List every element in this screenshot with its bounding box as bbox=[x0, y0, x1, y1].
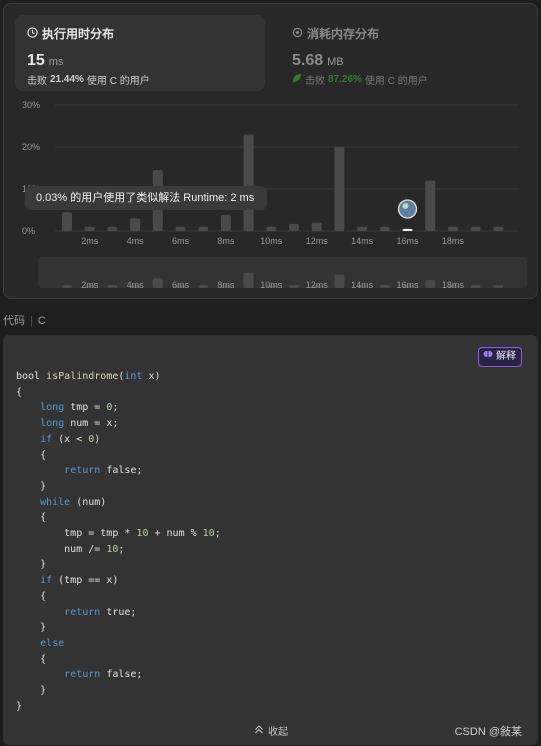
code-language: C bbox=[37, 315, 46, 327]
x-tick-label: 8ms bbox=[217, 236, 235, 246]
overview-tick-label: 4ms bbox=[127, 280, 145, 290]
overview-bar bbox=[470, 285, 481, 288]
x-tick-label: 16ms bbox=[396, 236, 419, 246]
chart-bar bbox=[107, 226, 118, 231]
overview-tick-label: 16ms bbox=[396, 280, 419, 290]
chart-bar bbox=[357, 226, 368, 231]
x-tick-label: 14ms bbox=[351, 236, 374, 246]
collapse-label: 收起 bbox=[268, 727, 288, 738]
chart-bar bbox=[470, 226, 481, 231]
x-tick-label: 18ms bbox=[442, 236, 465, 246]
overview-bar bbox=[107, 285, 118, 288]
overview-bar bbox=[62, 285, 72, 288]
overview-tick-label: 12ms bbox=[306, 280, 329, 290]
runtime-distribution-chart[interactable]: 30%20%10%0%2ms4ms6ms8ms10ms12ms14ms16ms1… bbox=[0, 0, 541, 300]
overview-tick-label: 8ms bbox=[217, 280, 235, 290]
chart-bar bbox=[220, 215, 231, 231]
code-language-row: 代码 | C bbox=[3, 315, 46, 327]
chart-bar bbox=[493, 226, 504, 231]
overview-bar bbox=[289, 285, 299, 288]
chart-bar bbox=[175, 226, 186, 231]
x-tick-label: 4ms bbox=[127, 236, 145, 246]
y-tick-label: 30% bbox=[22, 100, 40, 110]
code-text[interactable]: bool isPalindrome(int x) { long tmp = 0;… bbox=[16, 369, 221, 714]
overview-tick-label: 14ms bbox=[351, 280, 374, 290]
chart-tooltip: 0.03% 的用户使用了类似解法 Runtime: 2 ms bbox=[25, 186, 267, 210]
overview-bar bbox=[152, 278, 163, 288]
chart-bar bbox=[334, 147, 345, 231]
avatar-detail bbox=[402, 203, 409, 209]
chart-bar bbox=[425, 180, 436, 231]
overview-tick-label: 2ms bbox=[81, 280, 99, 290]
brain-icon bbox=[483, 348, 493, 366]
y-tick-label: 0% bbox=[22, 226, 35, 236]
overview-bar bbox=[493, 285, 504, 288]
collapse-button[interactable]: 收起 bbox=[254, 723, 288, 738]
overview-bar bbox=[425, 280, 436, 288]
x-tick-label: 2ms bbox=[81, 236, 99, 246]
code-label: 代码 bbox=[3, 315, 25, 327]
chart-bar bbox=[198, 226, 209, 231]
overview-bar bbox=[243, 272, 254, 288]
chevron-up-icon bbox=[254, 724, 264, 737]
explain-button[interactable]: 解释 bbox=[478, 347, 522, 367]
overview-tick-label: 18ms bbox=[442, 280, 465, 290]
chart-bar bbox=[130, 218, 141, 231]
chart-bar bbox=[447, 226, 458, 231]
chart-bar bbox=[311, 222, 322, 231]
user-avatar-icon bbox=[397, 199, 418, 219]
chart-bar bbox=[402, 228, 413, 231]
x-tick-label: 10ms bbox=[260, 236, 283, 246]
y-tick-label: 20% bbox=[22, 142, 40, 152]
watermark: CSDN @敍某 bbox=[454, 726, 522, 738]
overview-bar bbox=[198, 285, 209, 288]
code-block: 解释 bool isPalindrome(int x) { long tmp =… bbox=[3, 335, 538, 745]
chart-bar bbox=[379, 226, 390, 231]
chart-bar bbox=[243, 134, 254, 231]
chart-bar bbox=[289, 223, 299, 231]
chart-bar bbox=[266, 226, 277, 231]
x-tick-label: 12ms bbox=[306, 236, 329, 246]
overview-tick-label: 10ms bbox=[260, 280, 283, 290]
chart-bar bbox=[84, 226, 95, 231]
overview-tick-label: 6ms bbox=[172, 280, 190, 290]
chart-bar bbox=[62, 212, 72, 231]
overview-bar bbox=[379, 285, 390, 288]
overview-bar bbox=[334, 274, 345, 288]
explain-label: 解释 bbox=[496, 351, 516, 362]
x-tick-label: 6ms bbox=[172, 236, 190, 246]
